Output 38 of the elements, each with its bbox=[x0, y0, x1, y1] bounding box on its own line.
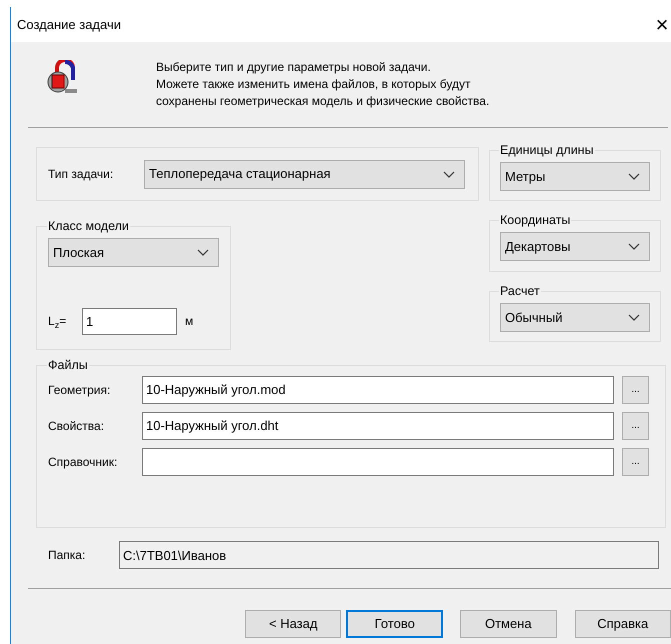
browse-button[interactable]: ... bbox=[622, 412, 649, 440]
dialog-button[interactable]: < Назад bbox=[245, 610, 342, 638]
dropdown[interactable]: Декартовы bbox=[500, 232, 650, 261]
folder-label: Папка: bbox=[48, 547, 86, 564]
dialog-button[interactable]: Отмена bbox=[460, 610, 557, 638]
task-type-label: Тип задачи: bbox=[48, 166, 114, 183]
file-input-field[interactable] bbox=[142, 448, 614, 476]
dropdown[interactable]: Обычный bbox=[500, 302, 650, 332]
folder-field[interactable]: C:\7TB01\Иванов bbox=[119, 541, 659, 569]
file-label: Геометрия: bbox=[48, 382, 112, 399]
group-label: Файлы bbox=[47, 357, 89, 374]
dialog-button[interactable]: Справка bbox=[574, 610, 671, 638]
close-button[interactable]: × bbox=[655, 12, 669, 36]
browse-button[interactable]: ... bbox=[622, 448, 649, 476]
unit-label: м bbox=[185, 313, 194, 330]
file-input-field[interactable]: 10-Наружный угол.dht bbox=[142, 412, 614, 440]
browse-button[interactable]: ... bbox=[622, 376, 649, 404]
magnet-icon bbox=[47, 60, 79, 96]
dialog-button[interactable]: Готово bbox=[346, 610, 444, 638]
group-label: Класс модели bbox=[47, 218, 130, 235]
lz-label: L$_{z}$= bbox=[48, 313, 68, 330]
file-label: Свойства: bbox=[48, 418, 106, 435]
instruction-text: Выберите тип и другие параметры новой задачи. Можете также изменить имена файлов, в которых будут сохранены геометрическая модель и физические свойства. bbox=[156, 59, 490, 110]
dropdown[interactable]: Теплопередача стационарная bbox=[144, 160, 465, 188]
window-title: Создание задачи bbox=[17, 16, 121, 34]
chevron-down-icon bbox=[628, 242, 640, 250]
lz-input-field[interactable]: 1 bbox=[82, 308, 177, 335]
group-label: Координаты bbox=[499, 212, 572, 229]
group-label: Расчет bbox=[499, 283, 541, 300]
dropdown[interactable]: Плоская bbox=[48, 238, 219, 267]
file-label: Справочник: bbox=[48, 454, 118, 471]
chevron-down-icon bbox=[443, 170, 455, 178]
chevron-down-icon bbox=[628, 314, 640, 321]
file-input-field[interactable]: 10-Наружный угол.mod bbox=[142, 376, 614, 404]
chevron-down-icon bbox=[628, 172, 640, 180]
dropdown[interactable]: Метры bbox=[500, 162, 650, 191]
chevron-down-icon bbox=[197, 248, 209, 256]
group-label: Единицы длины bbox=[499, 142, 595, 159]
